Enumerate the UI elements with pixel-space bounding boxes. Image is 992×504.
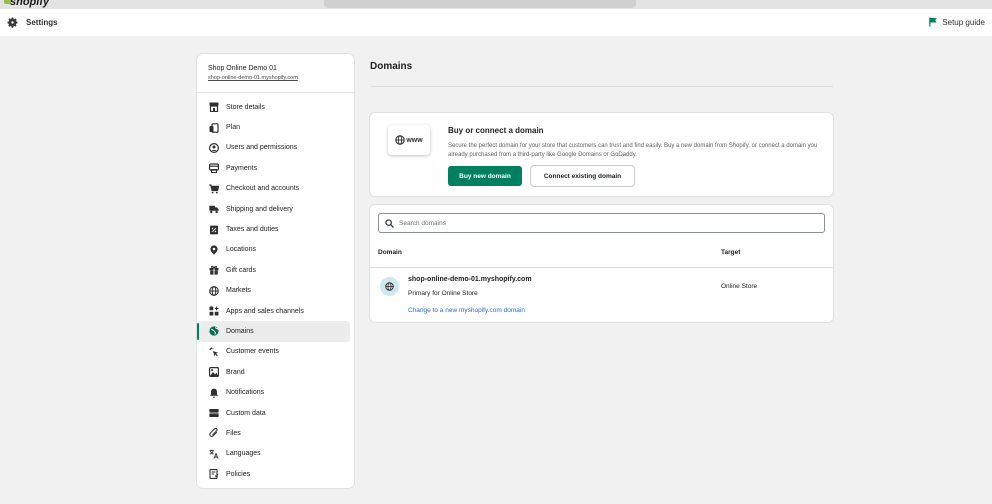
truck-icon	[209, 205, 219, 214]
admin-top-bar: shopify	[0, 0, 992, 9]
setup-guide-button[interactable]: Setup guide	[929, 17, 985, 27]
store-icon	[209, 102, 219, 113]
sidebar-item-label: Customer events	[226, 348, 279, 356]
sidebar-item-apps[interactable]: Apps and sales channels	[199, 301, 350, 321]
buy-card-title: Buy or connect a domain	[448, 126, 544, 135]
sidebar-item-languages[interactable]: Languages	[199, 444, 350, 464]
sidebar-item-label: Checkout and accounts	[226, 185, 300, 193]
gear-icon	[7, 17, 18, 28]
sidebar-item-label: Notifications	[226, 389, 265, 397]
cart-icon	[209, 184, 219, 194]
flag-icon	[929, 17, 937, 27]
search-domains-field[interactable]	[378, 213, 825, 233]
search-icon	[385, 218, 394, 228]
sidebar-item-label: Locations	[226, 246, 256, 254]
sidebar-item-brand[interactable]: Brand	[199, 362, 350, 382]
cursor-icon	[209, 347, 218, 357]
store-info[interactable]: Shop Online Demo 01 shop-online-demo-01.…	[197, 54, 354, 93]
gift-icon	[209, 266, 219, 275]
change-domain-link[interactable]: Change to a new myshopify.com domain	[408, 307, 525, 314]
domain-globe-badge	[380, 277, 399, 296]
sidebar-item-customer-events[interactable]: Customer events	[199, 342, 350, 362]
sidebar-item-label: Plan	[226, 124, 241, 132]
sidebar-item-policies[interactable]: Policies	[199, 464, 350, 484]
domains-table-card: Domain Target shop-online-demo-01.myshop…	[370, 205, 833, 322]
sidebar-item-label: Markets	[226, 287, 251, 295]
sidebar-item-checkout[interactable]: Checkout and accounts	[199, 179, 350, 199]
sidebar-item-label: Apps and sales channels	[226, 307, 304, 315]
www-label: www	[406, 136, 423, 144]
policy-icon	[209, 469, 219, 480]
buy-card-description: Secure the perfect domain for your store…	[448, 143, 818, 158]
globe-icon	[395, 135, 406, 145]
sidebar-item-label: Custom data	[226, 409, 266, 417]
buy-new-domain-button[interactable]: Buy new domain	[448, 166, 522, 186]
sidebar-item-label: Brand	[226, 368, 245, 376]
sidebar-item-label: Taxes and duties	[226, 226, 279, 234]
globe-icon	[385, 282, 394, 291]
sidebar-item-custom-data[interactable]: Custom data	[199, 403, 350, 423]
sidebar-item-plan[interactable]: Plan	[199, 117, 350, 137]
sidebar-item-markets[interactable]: Markets	[199, 281, 350, 301]
bell-icon	[209, 388, 219, 398]
payment-icon	[209, 163, 219, 174]
store-url[interactable]: shop-online-demo-01.myshopify.com	[208, 75, 344, 81]
settings-header: Settings Setup guide	[0, 9, 992, 36]
setup-guide-label: Setup guide	[942, 17, 985, 27]
sidebar-item-label: Shipping and delivery	[226, 205, 293, 213]
sidebar-item-locations[interactable]: Locations	[199, 240, 350, 260]
sidebar-item-label: Languages	[226, 450, 261, 458]
buy-domain-card: www Buy or connect a domain Secure the p…	[370, 113, 833, 196]
globe-icon	[209, 285, 219, 296]
location-icon	[210, 245, 218, 255]
sidebar-item-gift-cards[interactable]: Gift cards	[199, 260, 350, 280]
domain-name[interactable]: shop-online-demo-01.myshopify.com	[408, 276, 532, 283]
connect-existing-domain-button[interactable]: Connect existing domain	[531, 166, 634, 186]
shopify-logo[interactable]: shopify	[10, 0, 49, 8]
sidebar-item-label: Users and permissions	[226, 144, 298, 152]
nav-list: Store details Plan Users and permissions…	[197, 93, 354, 484]
sidebar-item-label: Files	[226, 429, 241, 437]
domain-target: Online Store	[721, 283, 758, 290]
domain-globe-icon	[209, 326, 219, 337]
sidebar-item-files[interactable]: Files	[199, 423, 350, 443]
tax-icon	[210, 225, 218, 234]
divider	[370, 86, 833, 87]
settings-nav: Shop Online Demo 01 shop-online-demo-01.…	[197, 54, 354, 488]
data-icon	[209, 409, 219, 418]
header-divider	[370, 267, 833, 268]
www-badge: www	[388, 125, 430, 155]
apps-icon	[209, 306, 219, 316]
column-header-domain: Domain	[378, 249, 402, 256]
sidebar-item-store-details[interactable]: Store details	[199, 97, 350, 117]
sidebar-item-label: Payments	[226, 164, 258, 172]
sidebar-item-users[interactable]: Users and permissions	[199, 138, 350, 158]
sidebar-item-domains[interactable]: Domains	[197, 321, 350, 342]
admin-search-bar[interactable]	[324, 0, 636, 8]
sidebar-item-taxes[interactable]: Taxes and duties	[199, 219, 350, 239]
plan-icon	[209, 122, 219, 133]
sidebar-item-label: Gift cards	[226, 266, 256, 274]
domain-subtitle: Primary for Online Store	[408, 290, 478, 297]
store-name: Shop Online Demo 01	[208, 65, 277, 72]
paperclip-icon	[209, 428, 218, 438]
sidebar-item-shipping[interactable]: Shipping and delivery	[199, 199, 350, 219]
user-menu[interactable]	[912, 0, 992, 8]
sidebar-item-label: Policies	[226, 470, 251, 478]
sidebar-item-payments[interactable]: Payments	[199, 158, 350, 178]
sidebar-item-label: Store details	[226, 103, 265, 111]
page-title: Domains	[370, 61, 413, 72]
language-icon	[209, 449, 219, 459]
sidebar-item-notifications[interactable]: Notifications	[199, 382, 350, 402]
brand-icon	[209, 367, 219, 378]
search-domains-input[interactable]	[399, 219, 799, 227]
page-title-settings: Settings	[26, 18, 58, 27]
sidebar-item-label: Domains	[226, 327, 254, 335]
column-header-target: Target	[721, 249, 741, 256]
user-icon	[209, 142, 219, 153]
